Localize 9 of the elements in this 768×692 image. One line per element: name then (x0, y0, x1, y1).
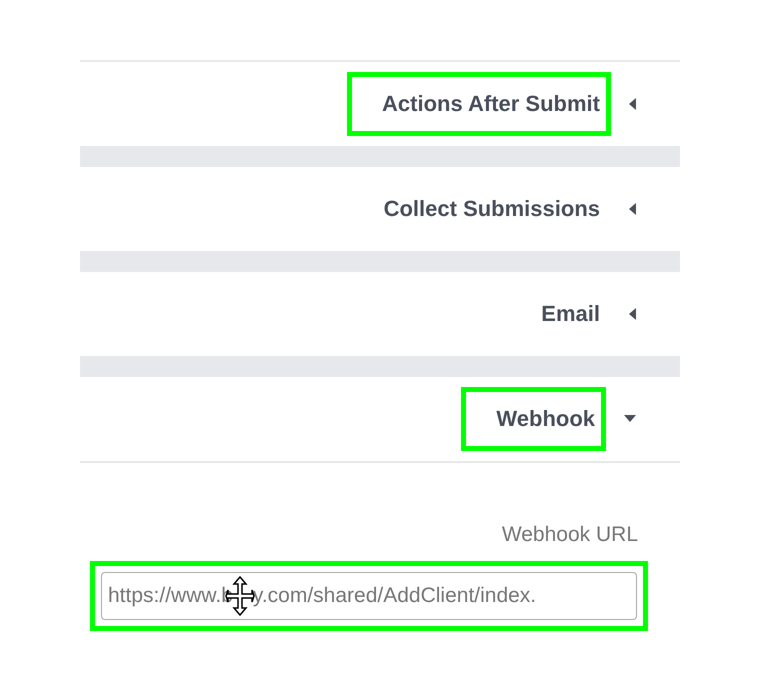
section-title[interactable]: Actions After Submit (347, 72, 611, 136)
section-title[interactable]: Collect Submissions (348, 177, 611, 241)
caret-down-icon[interactable] (624, 415, 636, 423)
field-label: Webhook URL (502, 523, 638, 547)
caret-left-icon[interactable] (629, 308, 636, 320)
section-title[interactable]: Email (506, 282, 611, 346)
caret-left-icon[interactable] (629, 203, 636, 215)
section-title[interactable]: Webhook (461, 387, 606, 451)
caret-left-icon[interactable] (629, 98, 636, 110)
